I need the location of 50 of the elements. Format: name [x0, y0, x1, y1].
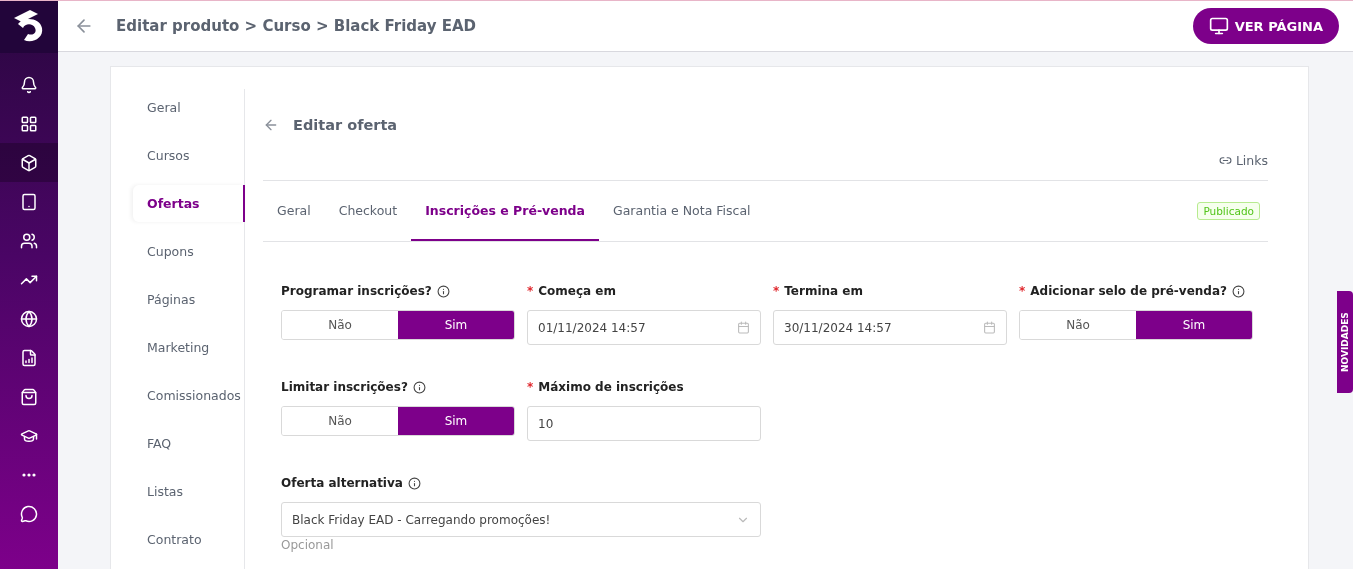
field-label: Termina em	[784, 284, 863, 298]
bell-icon	[20, 75, 38, 94]
info-icon[interactable]	[436, 284, 450, 298]
field-label: Adicionar selo de pré-venda?	[1030, 284, 1227, 298]
users-icon	[20, 231, 38, 250]
field-label: Limitar inscrições?	[281, 380, 408, 394]
field-label: Oferta alternativa	[281, 476, 403, 490]
info-icon[interactable]	[412, 380, 426, 394]
breadcrumb: Editar produto > Curso > Black Friday EAD	[116, 17, 478, 35]
required-mark: *	[773, 284, 780, 298]
tab[interactable]: Geral	[277, 181, 325, 241]
input-field[interactable]: 10	[527, 406, 761, 441]
monitor-icon	[1208, 16, 1229, 36]
toggle-option[interactable]: Sim	[398, 311, 514, 339]
links-link[interactable]: Links	[1218, 153, 1268, 168]
status-badge: Publicado	[1197, 202, 1260, 220]
box-nav-button[interactable]	[0, 143, 58, 182]
bag-icon	[20, 387, 38, 406]
calendar-icon	[983, 321, 996, 334]
toggle-option[interactable]: Sim	[1136, 311, 1252, 339]
toggle-option[interactable]: Sim	[398, 407, 514, 435]
chat-icon	[20, 504, 38, 523]
date-field[interactable]: 30/11/2024 14:57	[773, 310, 1007, 345]
field-label: Começa em	[538, 284, 616, 298]
tab[interactable]: Checkout	[324, 181, 412, 241]
globe-icon	[20, 309, 38, 328]
panel-title: Editar oferta	[293, 117, 398, 133]
report-icon	[20, 348, 38, 367]
news-side-tab[interactable]: NOVIDADES	[1337, 291, 1353, 393]
grid-icon	[20, 114, 38, 133]
info-icon[interactable]	[407, 476, 421, 490]
field-label: Máximo de inscrições	[538, 380, 684, 394]
arrow-left-icon	[263, 117, 279, 133]
box-icon	[20, 153, 38, 172]
field-hint: Opcional	[281, 538, 335, 552]
date-field[interactable]: 01/11/2024 14:57	[527, 310, 761, 345]
calendar-icon	[737, 321, 750, 334]
field-label: Programar inscrições?	[281, 284, 432, 298]
tab[interactable]: Garantia e Nota Fiscal	[599, 181, 765, 241]
required-mark: *	[527, 380, 534, 394]
select-field[interactable]: Black Friday EAD - Carregando promoções!	[281, 502, 761, 537]
side-menu-item[interactable]: Ofertas	[133, 185, 245, 222]
tab[interactable]: Inscrições e Pré-venda	[411, 181, 599, 241]
required-mark: *	[527, 284, 534, 298]
link-icon	[1218, 154, 1232, 167]
back-button[interactable]	[263, 117, 279, 133]
required-mark: *	[1019, 284, 1026, 298]
info-icon[interactable]	[1232, 284, 1245, 298]
view-page-button[interactable]: VER PÁGINA	[1192, 8, 1339, 44]
more-icon	[22, 472, 36, 477]
